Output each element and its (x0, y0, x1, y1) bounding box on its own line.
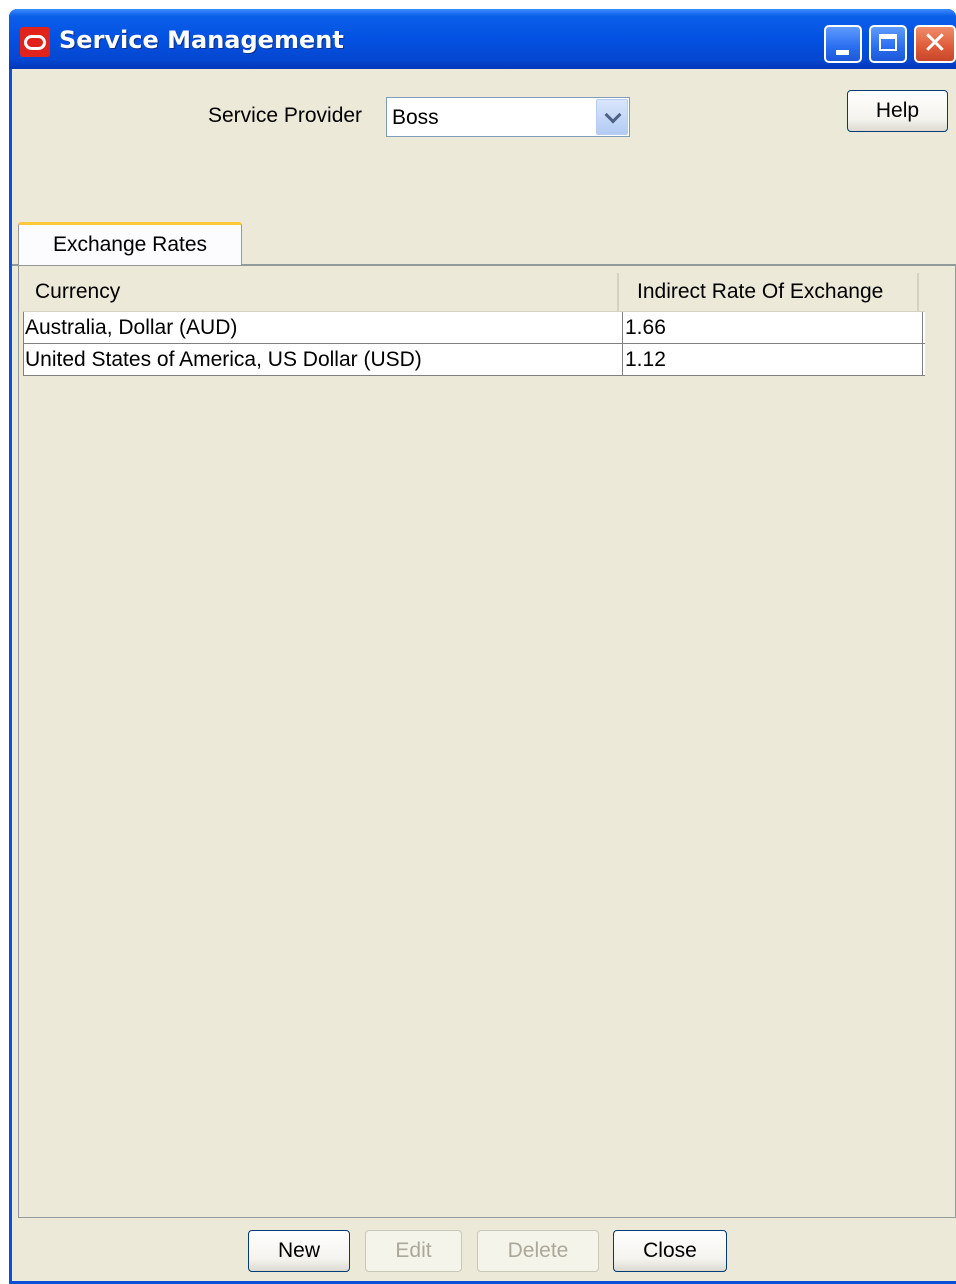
edit-button-label: Edit (395, 1239, 432, 1262)
cell-currency[interactable]: Australia, Dollar (AUD) (23, 312, 622, 343)
close-icon: ✕ (922, 26, 948, 61)
maximize-icon (879, 34, 897, 51)
window-close-button[interactable]: ✕ (914, 25, 956, 63)
maximize-button[interactable] (869, 25, 907, 63)
help-button-label: Help (875, 99, 920, 122)
minimize-button[interactable] (824, 25, 862, 63)
cell-rate[interactable]: 1.66 (622, 312, 923, 343)
chevron-down-icon[interactable] (596, 99, 628, 135)
tab-exchange-rates[interactable]: Exchange Rates (18, 222, 242, 266)
exchange-rates-panel: Currency Indirect Rate Of Exchange Austr… (18, 265, 956, 1218)
delete-button[interactable]: Delete (477, 1230, 599, 1272)
help-button[interactable]: Help (847, 90, 948, 132)
edit-button[interactable]: Edit (365, 1230, 462, 1272)
exchange-rates-table: Currency Indirect Rate Of Exchange Austr… (23, 273, 925, 376)
oracle-logo-icon (20, 27, 50, 57)
column-header-currency[interactable]: Currency (23, 273, 619, 311)
service-provider-label: Service Provider (208, 104, 363, 127)
service-management-window: Service Management ✕ Service Provider Bo… (9, 9, 956, 1284)
table-row[interactable]: United States of America, US Dollar (USD… (23, 344, 925, 376)
new-button[interactable]: New (248, 1230, 350, 1272)
tab-exchange-rates-label: Exchange Rates (52, 232, 208, 256)
minimize-icon (836, 50, 849, 55)
title-bar[interactable]: Service Management ✕ (9, 9, 956, 69)
close-button[interactable]: Close (613, 1230, 727, 1272)
new-button-label: New (277, 1239, 320, 1262)
delete-button-label: Delete (507, 1239, 569, 1262)
window-client-area: Service Provider Boss Help Exchange Rate… (12, 69, 956, 1281)
column-header-rate[interactable]: Indirect Rate Of Exchange (619, 273, 919, 311)
window-title: Service Management (59, 26, 344, 54)
table-header: Currency Indirect Rate Of Exchange (23, 273, 925, 312)
cell-rate[interactable]: 1.12 (622, 344, 923, 375)
service-provider-value: Boss (392, 106, 439, 129)
service-provider-select[interactable]: Boss (386, 97, 630, 137)
close-button-label: Close (643, 1239, 697, 1262)
table-row[interactable]: Australia, Dollar (AUD) 1.66 (23, 312, 925, 344)
cell-currency[interactable]: United States of America, US Dollar (USD… (23, 344, 622, 375)
